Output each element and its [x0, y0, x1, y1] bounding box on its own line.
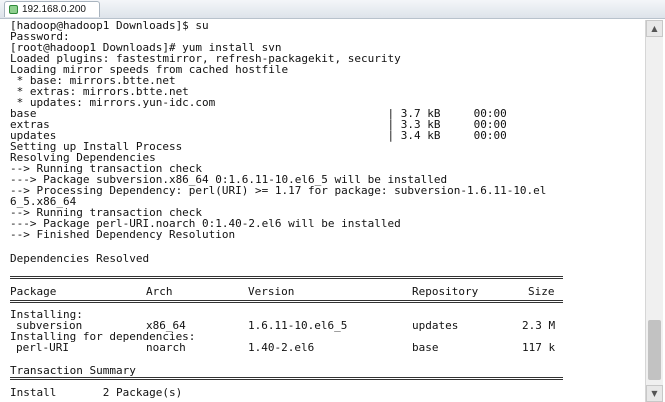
terminal-output[interactable]: [hadoop@hadoop1 Downloads]$ su Password:… — [2, 20, 643, 402]
terminal-scrollbar[interactable]: ▲ ▼ — [645, 20, 663, 402]
scrollbar-thumb[interactable] — [648, 320, 661, 380]
scroll-up-icon[interactable]: ▲ — [646, 20, 663, 37]
row-package: perl-URI — [16, 341, 69, 354]
header-arch: Arch — [146, 285, 173, 298]
terminal-line: --> Finished Dependency Resolution — [10, 228, 236, 241]
header-repository: Repository — [412, 285, 479, 298]
transaction-summary-title: Transaction Summary — [10, 364, 136, 377]
session-tab[interactable]: 192.168.0.200 — [4, 1, 100, 17]
session-icon — [9, 5, 18, 14]
session-tab-title: 192.168.0.200 — [22, 4, 86, 15]
row-version: 1.40-2.el6 — [248, 341, 315, 354]
row-repository: updates — [412, 319, 459, 332]
header-package: Package — [10, 285, 57, 298]
row-size: 2.3 M — [522, 319, 556, 332]
scroll-down-icon[interactable]: ▼ — [646, 385, 663, 402]
row-arch: noarch — [146, 341, 186, 354]
row-version: 1.6.11-10.el6_5 — [248, 319, 348, 332]
table-rule-summary — [10, 377, 563, 380]
header-size: Size — [528, 285, 555, 298]
table-rule-top — [10, 276, 563, 279]
row-size: 117 k — [522, 341, 556, 354]
install-count-line: Install 2 Package(s) — [10, 386, 183, 399]
session-tab-bar: 192.168.0.200 — [0, 0, 665, 19]
terminal-line: Dependencies Resolved — [10, 252, 150, 265]
header-version: Version — [248, 285, 295, 298]
terminal-line: --> Processing Dependency: perl(URI) >= … — [10, 184, 547, 197]
table-rule-mid — [10, 300, 563, 303]
row-repository: base — [412, 341, 439, 354]
